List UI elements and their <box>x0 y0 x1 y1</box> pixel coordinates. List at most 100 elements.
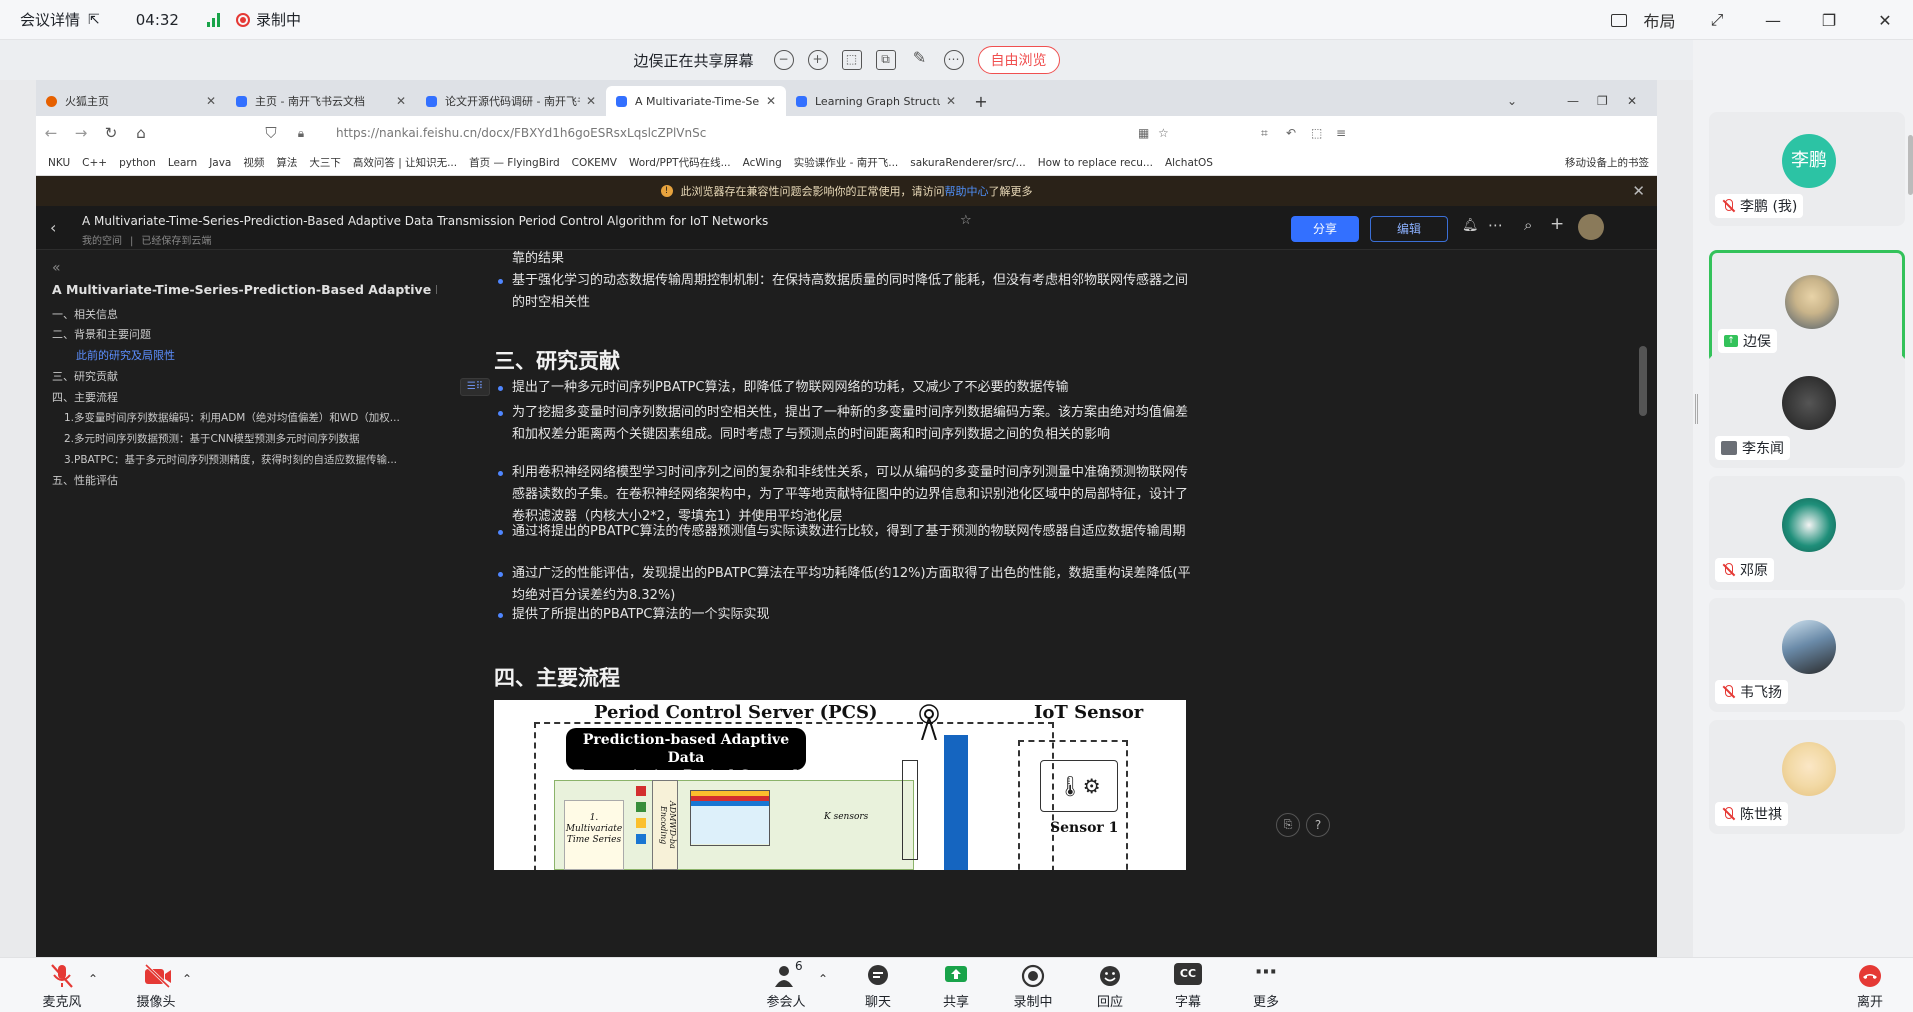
doc-edit-button[interactable]: 编辑 <box>1370 216 1448 242</box>
doc-location[interactable]: 我的空间 <box>82 236 122 247</box>
bookmark-item[interactable]: 视频 <box>243 155 264 170</box>
participant-card[interactable]: 陈世祺 <box>1709 720 1905 834</box>
reload-icon[interactable]: ↻ <box>96 124 126 142</box>
more-options-icon[interactable]: ⋯ <box>943 50 964 70</box>
layout-button[interactable]: 布局 <box>1609 8 1689 32</box>
panel-resize-handle[interactable] <box>1695 394 1698 424</box>
block-handle-icon[interactable]: ☰⠿ <box>460 378 490 396</box>
extensions-icon[interactable]: ⬚ <box>1311 126 1322 140</box>
bell-icon[interactable]: 🔔︎ <box>1462 218 1479 233</box>
bookmark-item[interactable]: 首页 — FlyingBird <box>469 155 560 170</box>
more-icon[interactable]: ⋯ <box>1488 216 1503 234</box>
participant-card[interactable]: 李东闻 <box>1709 354 1905 468</box>
shield-icon[interactable]: ⛉ <box>256 124 286 142</box>
browser-tab[interactable]: 论文开源代码调研 - 南开飞书云 ✕ <box>416 86 606 116</box>
participant-card[interactable]: 邓原 <box>1709 476 1905 590</box>
zoom-in-icon[interactable]: + <box>807 50 828 70</box>
leave-button[interactable]: 离开 <box>1840 963 1900 1010</box>
toc-item[interactable]: A Multivariate-Time-Series-Prediction-Ba… <box>52 282 437 297</box>
bookmark-item[interactable]: Word/PPT代码在线... <box>629 155 731 170</box>
doc-scrollbar[interactable] <box>1637 260 1649 957</box>
toc-item[interactable]: 一、相关信息 <box>52 306 437 322</box>
bookmark-item[interactable]: sakuraRenderer/src/... <box>910 157 1025 169</box>
toc-item[interactable]: 三、研究贡献 <box>52 368 437 384</box>
back-icon[interactable]: ← <box>36 124 66 142</box>
more-button[interactable]: ⋯ 更多 <box>1236 962 1296 1011</box>
browser-tab[interactable]: 主页 - 南开飞书云文档 ✕ <box>226 86 416 116</box>
mic-button[interactable]: 麦克风 <box>32 963 92 1010</box>
participants-chevron-icon[interactable]: ⌃ <box>818 972 828 986</box>
warning-close-icon[interactable]: ✕ <box>1632 182 1645 200</box>
tab-close-icon[interactable]: ✕ <box>586 94 596 108</box>
toc-item[interactable]: 四、主要流程 <box>52 389 437 405</box>
record-button[interactable]: 录制中 <box>1003 963 1063 1010</box>
participant-card-speaking[interactable]: ↑ 边俣 <box>1709 250 1905 364</box>
url-field[interactable]: https://nankai.feishu.cn/docx/FBXYd1h6go… <box>336 126 706 140</box>
share-screen-button[interactable]: 共享 <box>926 963 986 1010</box>
toc-item[interactable]: 二、背景和主要问题 <box>52 326 437 342</box>
home-icon[interactable]: ⌂ <box>126 124 156 142</box>
add-icon[interactable]: + <box>1550 214 1564 234</box>
tab-close-icon[interactable]: ✕ <box>766 94 776 108</box>
toc-item[interactable]: 五、性能评估 <box>52 472 437 488</box>
lock-icon[interactable]: 🔒︎ <box>286 126 316 141</box>
bookmark-item[interactable]: C++ <box>82 157 107 169</box>
bookmark-item[interactable]: 高效问答 | 让知识无... <box>353 155 457 170</box>
search-icon[interactable]: ⌕ <box>1524 216 1532 234</box>
back-arrow-icon[interactable]: ‹ <box>50 218 56 237</box>
collapse-toc-icon[interactable]: « <box>52 260 437 276</box>
bookmark-item[interactable]: AlchatOS <box>1165 157 1213 169</box>
bookmark-item[interactable]: 大三下 <box>309 155 341 170</box>
new-tab-button[interactable]: + <box>966 86 996 116</box>
toc-item[interactable]: 3.PBATPC：基于多元时间序列预测精度，获得时刻的自适应数据传输... <box>64 452 434 467</box>
browser-minimize-icon[interactable]: — <box>1567 94 1597 108</box>
chat-button[interactable]: 聊天 <box>848 963 908 1010</box>
doc-share-button[interactable]: 分享 <box>1291 216 1359 242</box>
browser-restore-icon[interactable]: ❐ <box>1597 94 1627 108</box>
participant-card[interactable]: 韦飞扬 <box>1709 598 1905 712</box>
tab-list-icon[interactable]: ⌄ <box>1507 94 1537 108</box>
crop-icon[interactable]: ⌗ <box>1261 126 1268 141</box>
tab-close-icon[interactable]: ✕ <box>206 94 216 108</box>
scroll-thumb[interactable] <box>1639 346 1647 416</box>
fullscreen-icon[interactable]: ⤢ <box>1689 10 1745 30</box>
free-browse-button[interactable]: 自由浏览 <box>977 46 1060 74</box>
zoom-out-icon[interactable]: − <box>773 50 794 70</box>
bookmark-item[interactable]: 实验课作业 - 南开飞... <box>794 155 898 170</box>
close-icon[interactable]: ✕ <box>1857 11 1913 30</box>
browser-tab[interactable]: Learning Graph Structures w ✕ <box>786 86 966 116</box>
fit-screen-icon[interactable]: ⬚ <box>841 50 862 70</box>
favorite-star-icon[interactable]: ☆ <box>960 213 972 228</box>
browser-close-icon[interactable]: ✕ <box>1627 94 1657 108</box>
tab-close-icon[interactable]: ✕ <box>396 94 406 108</box>
popout-icon[interactable]: ⧉ <box>875 50 896 70</box>
recording-status[interactable]: 录制中 <box>235 9 301 30</box>
forward-icon[interactable]: → <box>66 124 96 142</box>
qr-icon[interactable]: ▦ <box>1138 126 1149 140</box>
camera-button[interactable]: 摄像头 <box>126 963 186 1010</box>
toc-item[interactable]: 1.多变量时间序列数据编码：利用ADM（绝对均值偏差）和WD（加权... <box>64 410 434 425</box>
help-icon[interactable]: ? <box>1306 813 1330 837</box>
annotate-icon[interactable]: ✎ <box>910 50 930 70</box>
bookmark-star-icon[interactable]: ☆ <box>1158 126 1169 140</box>
participant-card[interactable]: 李鹏 李鹏 (我) <box>1709 112 1905 226</box>
tab-close-icon[interactable]: ✕ <box>946 94 956 108</box>
camera-options-chevron-icon[interactable]: ⌃ <box>182 972 192 986</box>
menu-icon[interactable]: ≡ <box>1336 126 1346 140</box>
bookmark-item[interactable]: Learn <box>168 157 197 169</box>
user-avatar[interactable] <box>1578 214 1604 240</box>
bookmark-item[interactable]: COKEMV <box>572 157 617 169</box>
meeting-details-button[interactable]: 会议详情 ⇱ <box>20 9 100 30</box>
panel-scrollbar[interactable] <box>1908 135 1913 195</box>
help-center-link[interactable]: 帮助中心 <box>945 183 989 199</box>
toc-item[interactable]: 2.多元时间序列数据预测：基于CNN模型预测多元时间序列数据 <box>64 431 434 446</box>
bookmark-item[interactable]: How to replace recu... <box>1038 157 1153 169</box>
undo-icon[interactable]: ↶ <box>1286 126 1296 140</box>
mobile-bookmarks[interactable]: 移动设备上的书签 <box>1565 155 1649 170</box>
browser-tab-active[interactable]: A Multivariate-Time-Series-P ✕ <box>606 86 786 116</box>
restore-icon[interactable]: ❐ <box>1801 11 1857 30</box>
bookmark-item[interactable]: AcWing <box>743 157 782 169</box>
clipboard-icon[interactable]: ⎘ <box>1276 813 1300 837</box>
participants-button[interactable]: 6 参会人 <box>756 959 816 1010</box>
captions-button[interactable]: CC 字幕 <box>1158 963 1218 1010</box>
